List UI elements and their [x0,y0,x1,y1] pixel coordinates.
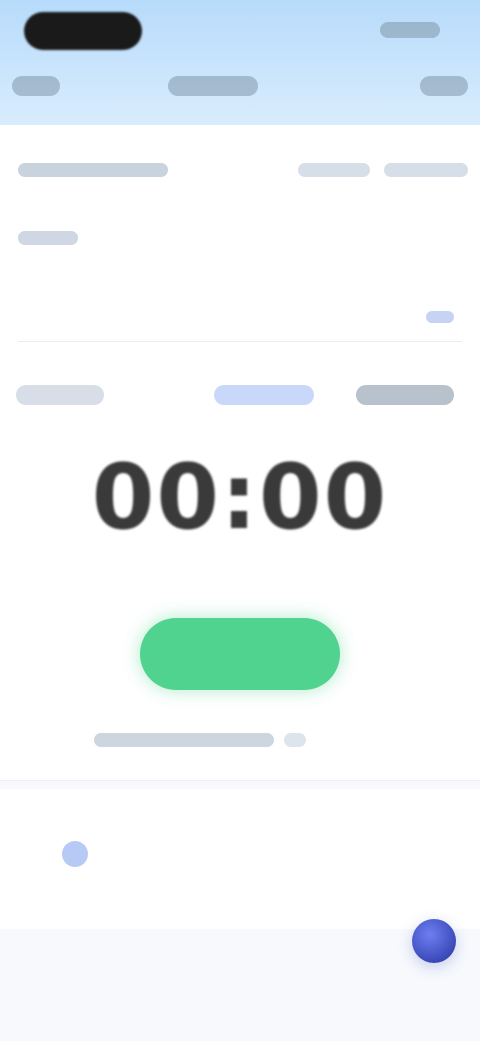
hint-text-placeholder [94,733,274,747]
timer-card: 00:00 [0,125,480,780]
blue-icon[interactable] [62,841,88,867]
status-header-band [0,0,480,125]
right-info-a [298,163,370,177]
input-icon[interactable] [426,311,454,323]
bottom-area [0,780,480,1041]
back-button-placeholder[interactable] [12,76,60,96]
header-title-placeholder [168,76,258,96]
menu-button-placeholder[interactable] [420,76,468,96]
tab-row [16,383,464,413]
chevron-icon [284,733,306,747]
bottom-card [0,789,480,929]
status-indicators [380,22,440,38]
status-pill [24,12,142,50]
left-info-text [18,163,168,177]
section-label [18,231,78,245]
hint-line [94,729,324,753]
timer-display: 00:00 [91,445,389,550]
tab-1[interactable] [16,385,104,405]
input-area[interactable] [18,295,462,342]
tab-3[interactable] [356,385,454,405]
top-info-row [18,159,468,183]
tab-2[interactable] [214,385,314,405]
start-button[interactable] [140,618,340,690]
header-row [0,68,480,108]
avatar[interactable] [412,919,456,963]
right-info-b [384,163,468,177]
